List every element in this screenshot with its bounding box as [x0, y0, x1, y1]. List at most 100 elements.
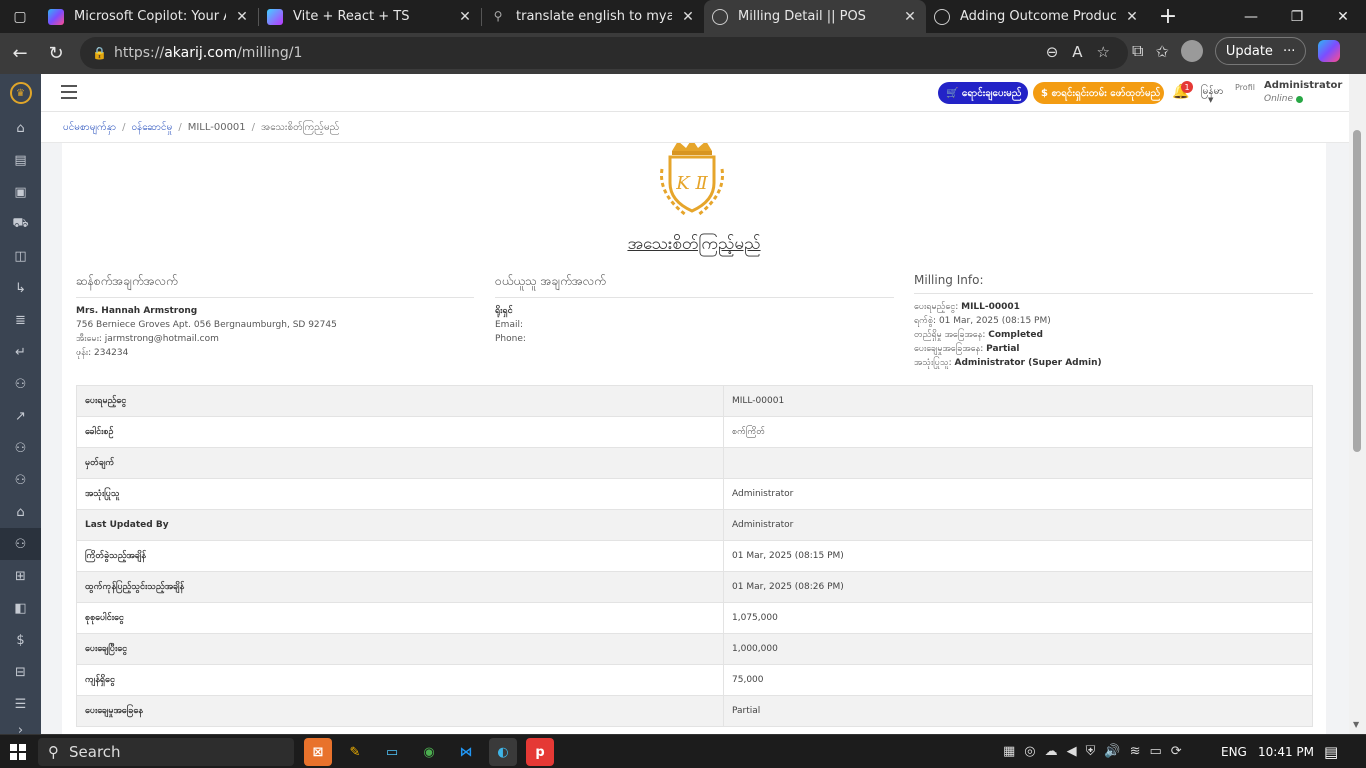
milling-info-heading: Milling Info:: [914, 273, 1313, 294]
detail-card: K Ⅱ အသေးစိတ်ကြည့်မည် ဆန်စက်အချက်အလက် Mrs…: [62, 143, 1326, 734]
list-icon[interactable]: ≣: [0, 304, 41, 336]
refresh-icon[interactable]: ↻: [38, 36, 74, 72]
tray-audio-app-icon[interactable]: ◀: [1067, 744, 1077, 759]
vite-favicon-icon: [267, 8, 283, 25]
supplier-info: ဝယ်ယူသူ အချက်အလက် ရိုးရှင် Email: Phone:: [495, 273, 894, 346]
tray-postman-icon[interactable]: ◎: [1024, 744, 1035, 759]
new-tab-button[interactable]: +: [1154, 0, 1182, 33]
close-tab-icon[interactable]: ✕: [234, 9, 250, 25]
brand-logo[interactable]: ♛: [0, 74, 41, 112]
copilot-icon[interactable]: [1318, 40, 1341, 62]
back-icon[interactable]: ←: [2, 36, 38, 72]
tab-copilot[interactable]: Microsoft Copilot: Your AI com ✕: [40, 0, 258, 33]
input-language[interactable]: ENG: [1221, 745, 1247, 759]
close-window-icon[interactable]: ✕: [1320, 0, 1366, 33]
hamburger-menu-icon[interactable]: [61, 85, 77, 99]
row-key: အသုံးပြုသူ: [76, 478, 724, 510]
minimize-icon[interactable]: —: [1228, 0, 1274, 33]
document-icon[interactable]: ▤: [0, 144, 41, 176]
row-value: စက်ကြိတ်: [723, 416, 1313, 448]
zoom-icon[interactable]: ⊖: [1046, 43, 1059, 61]
table-row: ထွက်ကုန်ပြည့်သွင်းသည့်အချိန် 01 Mar, 2025…: [76, 571, 1313, 603]
house-icon[interactable]: ⌂: [0, 496, 41, 528]
url-field[interactable]: 🔒 https://akarij.com/milling/1 ⊖ A ☆: [80, 37, 1128, 69]
clipboard-icon[interactable]: ▣: [0, 176, 41, 208]
wifi-icon[interactable]: ≋: [1130, 744, 1141, 759]
store-icon[interactable]: ⊟: [0, 656, 41, 688]
notification-center-icon[interactable]: ▤: [1324, 743, 1338, 761]
read-aloud-icon[interactable]: A: [1072, 43, 1082, 61]
tab-vite[interactable]: Vite + React + TS ✕: [259, 0, 481, 33]
breadcrumb-separator: /: [178, 121, 182, 133]
postman-icon[interactable]: p: [526, 738, 554, 766]
restore-icon[interactable]: ❐: [1274, 0, 1320, 33]
battery-icon[interactable]: ▭: [1150, 744, 1162, 759]
close-tab-icon[interactable]: ✕: [902, 9, 918, 25]
file-explorer-icon[interactable]: ▭: [378, 738, 406, 766]
date-label: ရက်စွဲ: [914, 316, 934, 326]
close-tab-icon[interactable]: ✕: [1124, 9, 1140, 25]
tab-translate[interactable]: ⚲ translate english to myanmar - ✕: [482, 0, 704, 33]
vscode-icon[interactable]: ⋈: [452, 738, 480, 766]
profile-avatar-icon[interactable]: [1180, 40, 1203, 62]
windows-start-icon[interactable]: [10, 744, 26, 760]
group-icon[interactable]: ⚇: [0, 432, 41, 464]
table-row: မှတ်ချက်: [76, 447, 1313, 479]
menu-list-icon[interactable]: ☰: [0, 688, 41, 720]
workspaces-icon[interactable]: ▢: [0, 0, 40, 33]
milling-date: 01 Mar, 2025 (08:15 PM): [938, 316, 1051, 326]
customer-info: ဆန်စက်အချက်အလက် Mrs. Hannah Armstrong 75…: [76, 273, 474, 360]
cart-icon[interactable]: ⛟: [0, 208, 41, 240]
winscp-icon[interactable]: ✎: [341, 738, 369, 766]
tab-title: Adding Outcome Products || P: [960, 9, 1116, 24]
chrome-icon[interactable]: ◉: [415, 738, 443, 766]
tray-sync-icon[interactable]: ⟳: [1171, 744, 1182, 759]
sell-button[interactable]: 🛒 ရောင်းချပေးမည်: [938, 82, 1028, 104]
milling-info: Milling Info: ပေးရမည့်ငွေ: MILL-00001 ရက…: [914, 273, 1313, 370]
scrollbar-thumb[interactable]: [1353, 130, 1361, 452]
forward-icon[interactable]: ↳: [0, 272, 41, 304]
team-icon[interactable]: ⚇: [0, 464, 41, 496]
breadcrumb-section[interactable]: ဝန်ဆောင်မှု: [131, 120, 172, 135]
tab-adding-outcome[interactable]: Adding Outcome Products || P ✕: [926, 0, 1148, 33]
tray-cloud-icon[interactable]: ☁: [1045, 744, 1058, 759]
url-host: akarij.com: [164, 45, 238, 61]
dollar-icon[interactable]: $: [0, 624, 41, 656]
user-label: အသုံးပြုသူ: [914, 358, 949, 368]
users-icon[interactable]: ⚇: [0, 368, 41, 400]
tray-app-icon[interactable]: ▦: [1003, 744, 1015, 759]
table-row: ပေးရမည့်ငွေ MILL-00001: [76, 385, 1313, 417]
url-path: /milling/1: [237, 45, 303, 61]
taskbar-search[interactable]: ⚲ Search: [38, 738, 294, 766]
milling-status: Completed: [988, 330, 1043, 340]
report-button[interactable]: $ စာရင်းရှင်းတမ်း ဖော်ထုတ်မည်: [1033, 82, 1164, 104]
xampp-icon[interactable]: ⊠: [304, 738, 332, 766]
scroll-down-icon[interactable]: ▼: [1353, 720, 1359, 729]
volume-icon[interactable]: 🔊: [1104, 744, 1120, 759]
table-row: ကျန်ရှိငွေ 75,000: [76, 664, 1313, 696]
home-icon[interactable]: ⌂: [0, 112, 41, 144]
return-icon[interactable]: ↵: [0, 336, 41, 368]
tray-security-icon[interactable]: ⛨: [1086, 744, 1096, 759]
favorites-icon[interactable]: ✩: [1155, 42, 1168, 61]
bag-icon[interactable]: ◫: [0, 240, 41, 272]
tab-milling-detail[interactable]: Milling Detail || POS ✕: [704, 0, 926, 33]
extensions-icon[interactable]: ⧉: [1132, 41, 1143, 61]
page-scrollbar[interactable]: ▼: [1349, 74, 1366, 734]
favorite-star-icon[interactable]: ☆: [1097, 43, 1110, 61]
people-icon[interactable]: ⚇: [0, 528, 41, 560]
briefcase-icon[interactable]: ◧: [0, 592, 41, 624]
customer-email: jarmstrong@hotmail.com: [104, 334, 219, 344]
close-tab-icon[interactable]: ✕: [680, 9, 696, 25]
edge-icon[interactable]: ◐: [489, 738, 517, 766]
app-sidebar: ♛ ⌂ ▤ ▣ ⛟ ◫ ↳ ≣ ↵ ⚇ ↗ ⚇ ⚇ ⌂ ⚇ ⊞ ◧ $ ⊟ ☰ …: [0, 74, 41, 738]
avatar[interactable]: Profil: [1235, 83, 1259, 105]
breadcrumb-home[interactable]: ပင်မစာမျက်နှာ: [63, 120, 116, 135]
milling-user: Administrator (Super Admin): [954, 358, 1102, 368]
basket-icon[interactable]: ⊞: [0, 560, 41, 592]
close-tab-icon[interactable]: ✕: [457, 9, 473, 25]
update-button[interactable]: Update ···: [1214, 37, 1307, 65]
update-label: Update: [1225, 43, 1273, 59]
chart-icon[interactable]: ↗: [0, 400, 41, 432]
clock[interactable]: 10:41 PM: [1258, 745, 1314, 759]
